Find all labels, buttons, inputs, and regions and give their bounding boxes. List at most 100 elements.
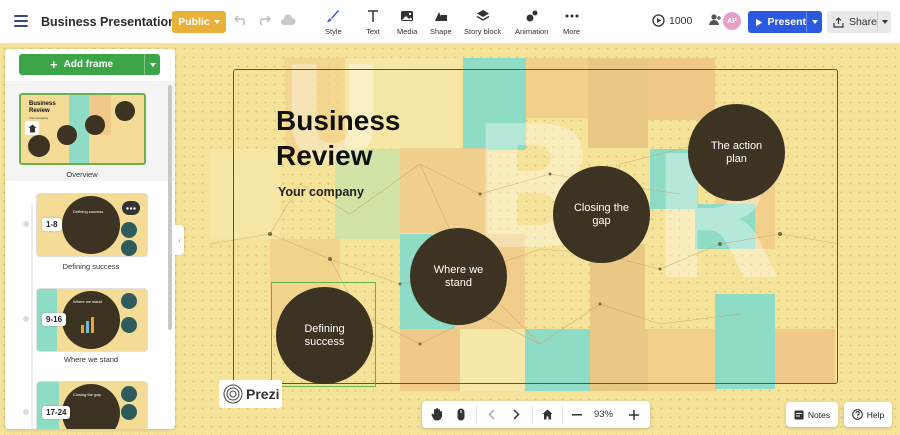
prezi-logo-text: Prezi [246, 386, 280, 402]
redo-icon[interactable] [257, 13, 271, 29]
hand-tool-icon[interactable] [428, 401, 446, 428]
visibility-button[interactable]: Public [172, 11, 226, 33]
frame-options-icon[interactable] [122, 201, 140, 215]
title-line-1: Business [276, 105, 401, 136]
play-circle-icon [652, 14, 665, 27]
sidebar-scrollbar[interactable] [168, 85, 172, 330]
add-frame-button[interactable]: + Add frame [19, 54, 160, 75]
cloud-saved-icon [280, 13, 296, 29]
thumb-title: Defining success [73, 209, 104, 214]
chevron-left-icon: ‹ [178, 235, 181, 245]
play-icon [756, 18, 763, 26]
toolbar-animation-label: Animation [515, 27, 549, 36]
frame-label: Where we stand [63, 355, 119, 364]
toolbar-shape[interactable]: Shape [430, 8, 452, 38]
zoom-level: 93% [594, 409, 614, 420]
overview-thumbnail[interactable]: Business Review Your company [19, 93, 146, 165]
toolbar-story-block-label: Story block [464, 27, 502, 36]
tree-node [23, 221, 29, 227]
menu-icon[interactable] [14, 15, 28, 27]
chevron-down-icon [213, 20, 220, 24]
undo-icon[interactable] [234, 13, 248, 29]
overview-label: Overview [66, 170, 98, 179]
share-icon [833, 16, 844, 28]
thumb-title: Where we stand [73, 299, 102, 304]
add-collaborator-icon[interactable] [708, 13, 722, 32]
tree-line [31, 204, 33, 429]
credits-counter[interactable]: 1000 [652, 14, 692, 27]
toolbar-style-label: Style [325, 27, 342, 36]
prezi-logo-icon [223, 384, 243, 404]
topic-closing-the-gap[interactable]: Closing the gap [553, 166, 650, 263]
zoom-in-icon[interactable] [625, 401, 643, 428]
present-options-button[interactable] [806, 11, 822, 33]
frames-sidebar: + Add frame Business Review Your company… [5, 49, 175, 429]
image-icon [400, 8, 414, 24]
help-icon [851, 409, 863, 420]
notes-button[interactable]: Notes [786, 402, 838, 427]
layers-icon [476, 8, 490, 24]
brush-icon [326, 8, 340, 24]
toolbar-animation[interactable]: Animation [515, 8, 548, 38]
collapse-sidebar-button[interactable]: ‹ [175, 225, 184, 255]
help-label: Help [866, 409, 885, 420]
chevron-down-icon [149, 62, 156, 67]
frame-label: Defining success [62, 262, 120, 271]
plus-icon: + [49, 56, 58, 72]
separator [476, 406, 477, 423]
frame-range-badge: 1-8 [42, 218, 62, 231]
share-button[interactable]: Share [827, 11, 891, 33]
toolbar-media-label: Media [397, 27, 418, 36]
add-frame-options-button[interactable] [144, 54, 160, 75]
top-bar: Business Presentation Public Style Text … [0, 0, 900, 44]
navigation-bar: 93% [422, 401, 650, 428]
next-icon[interactable] [507, 401, 525, 428]
present-label: Present [767, 16, 806, 28]
toolbar-more[interactable]: More [563, 8, 580, 38]
separator [532, 406, 533, 423]
tree-node [23, 316, 29, 322]
frame-range-badge: 9-16 [42, 313, 67, 326]
toolbar-more-label: More [563, 27, 581, 36]
separator [562, 406, 563, 423]
zoom-out-icon[interactable] [568, 401, 586, 428]
animation-icon [525, 8, 539, 24]
mouse-mode-icon[interactable] [452, 401, 470, 428]
toolbar-media[interactable]: Media [397, 8, 417, 38]
share-label: Share [848, 16, 877, 28]
presentation-title[interactable]: Business Review [276, 103, 476, 173]
title-line-2: Review [276, 140, 373, 171]
notes-icon [794, 410, 804, 419]
presentation-subtitle[interactable]: Your company [278, 185, 364, 199]
document-title[interactable]: Business Presentation [41, 15, 176, 29]
credits-value: 1000 [669, 14, 693, 27]
topic-where-we-stand[interactable]: Where we stand [410, 228, 507, 325]
text-icon [366, 8, 380, 24]
toolbar-style[interactable]: Style [325, 8, 342, 38]
avatar[interactable]: AP [723, 12, 741, 30]
home-icon[interactable] [538, 401, 556, 428]
topic-the-action-plan[interactable]: The action plan [688, 104, 785, 201]
add-frame-label: Add frame [63, 59, 114, 70]
frame-range-badge: 17-24 [42, 406, 71, 419]
toolbar-story-block[interactable]: Story block [464, 8, 501, 38]
previous-icon[interactable] [482, 401, 500, 428]
visibility-label: Public [178, 16, 210, 28]
prezi-logo: Prezi [219, 380, 282, 408]
toolbar-text-label: Text [366, 27, 380, 36]
topic-defining-success[interactable]: Defining success [276, 287, 373, 384]
present-button[interactable]: Present [748, 11, 822, 33]
toolbar-text[interactable]: Text [366, 8, 380, 38]
share-options-button[interactable] [877, 11, 891, 33]
tree-node [23, 409, 29, 415]
notes-label: Notes [807, 409, 831, 420]
chevron-down-icon [881, 20, 888, 24]
overview-thumb-title: Business Review [29, 101, 56, 114]
more-icon [565, 8, 579, 24]
toolbar-shape-label: Shape [430, 27, 452, 36]
overview-thumb-subtitle: Your company [29, 116, 49, 120]
thumb-title: Closing the gap [73, 392, 101, 397]
chevron-down-icon [811, 20, 818, 24]
home-icon [25, 121, 39, 135]
help-button[interactable]: Help [844, 402, 892, 427]
